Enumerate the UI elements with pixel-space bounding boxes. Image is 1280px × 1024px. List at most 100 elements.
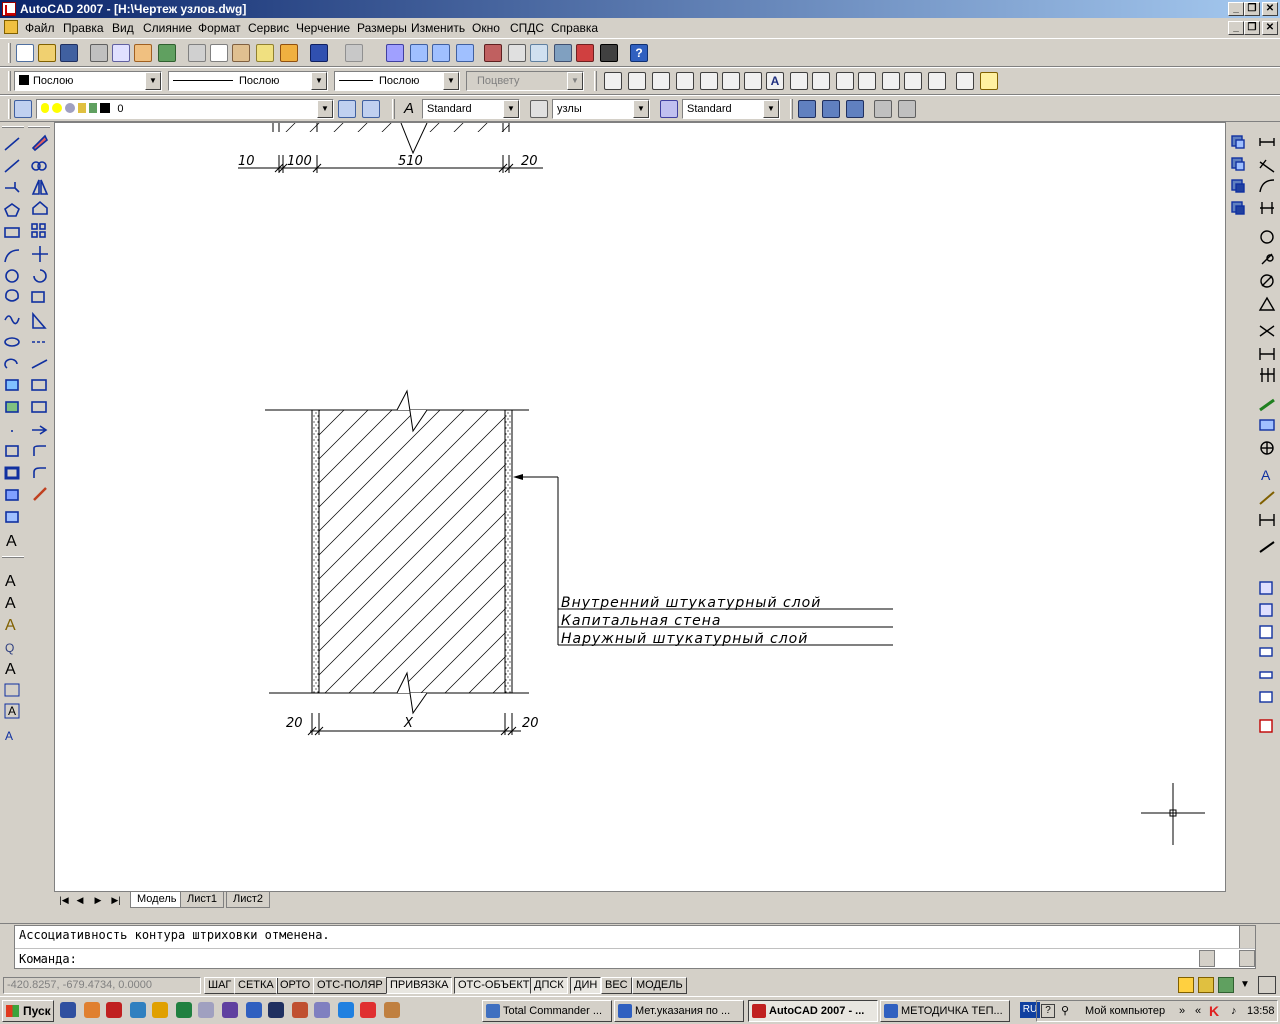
properties-icon[interactable] [484,44,502,62]
sheetset-icon[interactable] [554,44,572,62]
layer-manager-icon[interactable] [14,100,32,118]
publish-icon[interactable] [134,44,152,62]
preview-icon[interactable] [112,44,130,62]
save-quicklaunch-icon[interactable] [60,1002,76,1018]
command-hscroll-right[interactable] [1239,950,1255,967]
dim-angular-icon[interactable]: A [766,72,784,90]
toolbar-grip[interactable] [8,43,11,63]
paste-icon[interactable] [232,44,250,62]
layer-control[interactable]: 0 ▼ [36,99,334,119]
acrobat-icon[interactable] [152,1002,168,1018]
dim-ordinate-icon[interactable] [676,72,694,90]
quicklaunch-icon-14[interactable] [360,1002,376,1018]
ie-icon[interactable] [338,1002,354,1018]
prev-layout-button[interactable]: ◀ [72,893,88,907]
table-style-icon[interactable] [660,100,678,118]
toolbar-grip[interactable] [392,99,395,119]
menu-file[interactable]: Файл [25,21,55,35]
menu-spds[interactable]: СПДС [510,21,544,35]
plot-icon[interactable] [90,44,108,62]
layer-previous-icon[interactable] [362,100,380,118]
save-icon[interactable] [60,44,78,62]
open-icon[interactable] [38,44,56,62]
task-metodichka[interactable]: МЕТОДИЧКА ТЕП... [880,1000,1010,1022]
toolbar-grip[interactable] [8,71,11,91]
quicklaunch-icon-15[interactable] [384,1002,400,1018]
menu-dimension[interactable]: Размеры [357,21,407,35]
color-control[interactable]: Послою ▼ [14,71,162,91]
command-prompt[interactable]: Команда: [19,952,77,966]
otrack-toggle[interactable]: ОТС-ОБЪЕКТ [454,977,534,994]
grid-toggle[interactable]: СЕТКА [234,977,278,994]
dim-style-icon[interactable] [980,72,998,90]
first-layout-button[interactable]: |◀ [56,893,72,907]
firefox-icon[interactable] [84,1002,100,1018]
next-layout-button[interactable]: ▶ [90,893,106,907]
dim-update-icon[interactable] [956,72,974,90]
comm-center-icon[interactable] [1218,977,1234,993]
tab-sheet2[interactable]: Лист2 [226,892,271,908]
undo-icon[interactable] [310,44,328,62]
tray-expand[interactable]: « [1195,1001,1201,1021]
toolbar-grip[interactable] [2,556,24,558]
opera-icon[interactable] [106,1002,122,1018]
pan-icon[interactable] [386,44,404,62]
markup-icon[interactable] [576,44,594,62]
text-style-control[interactable]: Standard ▼ [422,99,520,119]
lwt-toggle[interactable]: ВЕС [601,977,632,994]
spds-icon-5[interactable] [898,100,916,118]
dim-aligned-icon[interactable] [628,72,646,90]
dim-radius-icon[interactable] [700,72,718,90]
zoom-window-icon[interactable] [432,44,450,62]
tab-model[interactable]: Модель [130,892,184,908]
calculator-icon[interactable] [600,44,618,62]
dyn-toggle[interactable]: ДИН [570,977,602,994]
ducs-toggle[interactable]: ДПСК [530,977,568,994]
doc-minimize-button[interactable]: _ [1228,21,1244,35]
linetype-control[interactable]: Послою ▼ [168,71,328,91]
minimize-button[interactable]: _ [1228,2,1244,16]
command-window[interactable]: Ассоциативность контура штриховки отмене… [14,925,1256,969]
restore-button[interactable]: ❐ [1244,2,1260,16]
command-scrollbar[interactable] [1239,926,1255,948]
help-icon[interactable]: ? [630,44,648,62]
task-autocad[interactable]: AutoCAD 2007 - ... [748,1000,878,1022]
toolbar-grip[interactable] [594,71,597,91]
menu-modify[interactable]: Изменить [411,21,465,35]
toolbar-chevron[interactable]: » [1179,1001,1185,1021]
text-toolbar-icons[interactable]: A A A Q A A A [0,562,26,752]
menu-help[interactable]: Справка [551,21,598,35]
center-mark-icon[interactable] [904,72,922,90]
task-met-ukazaniya[interactable]: Мет.указания по ... [614,1000,744,1022]
autocad-app-icon[interactable] [2,2,16,16]
doc-restore-button[interactable]: ❐ [1244,21,1260,35]
drawing-canvas[interactable]: 10 100 510 20 Внутренний штукатурный сло… [54,122,1226,892]
dim-diameter-icon[interactable] [744,72,762,90]
menu-draw[interactable]: Черчение [296,21,350,35]
zoom-previous-icon[interactable] [456,44,474,62]
dwf-icon[interactable] [158,44,176,62]
make-current-layer-icon[interactable] [338,100,356,118]
dim-linear-icon[interactable] [604,72,622,90]
command-hscroll-left[interactable] [1199,950,1215,967]
access-icon[interactable] [222,1002,238,1018]
photoshop-icon[interactable] [268,1002,284,1018]
dim-baseline-icon[interactable] [812,72,830,90]
tolerance-icon[interactable] [882,72,900,90]
tab-sheet1[interactable]: Лист1 [180,892,225,908]
dim-continue-icon[interactable] [836,72,854,90]
dim-style-icon[interactable] [530,100,548,118]
lock-icon[interactable] [1198,977,1214,993]
spds-icon-2[interactable] [822,100,840,118]
dim-edit-icon[interactable] [928,72,946,90]
toolbar-grip[interactable] [790,99,793,119]
coordinates-readout[interactable]: -420.8257, -679.4734, 0.0000 [3,977,201,994]
clean-screen-icon[interactable] [1258,976,1276,994]
menu-edit[interactable]: Правка [63,21,104,35]
drawing-area[interactable]: 10 100 510 20 Внутренний штукатурный сло… [55,123,1225,891]
ortho-toggle[interactable]: ОРТО [276,977,315,994]
document-icon[interactable] [4,20,18,34]
text-style-icon[interactable]: A [400,100,418,118]
spds-icon-3[interactable] [846,100,864,118]
toolbar-grip[interactable] [8,99,11,119]
